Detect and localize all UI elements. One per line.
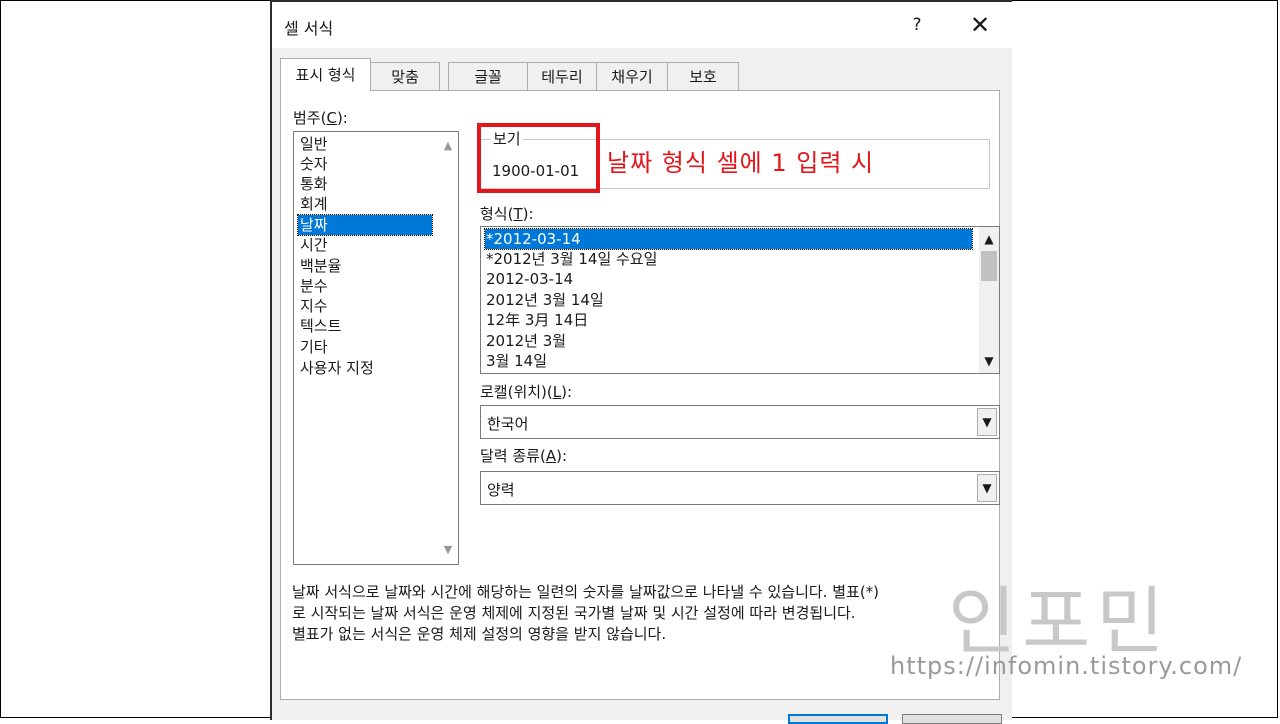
category-label: 범주(C): [293, 109, 348, 127]
dialog-title: 셀 서식 [284, 19, 334, 38]
format-item[interactable]: 2012-03-14 [485, 269, 972, 289]
highlight-box [477, 123, 600, 193]
format-item-selected[interactable]: *2012-03-14 [484, 228, 973, 250]
tab-number-format[interactable]: 표시 형식 [280, 58, 371, 91]
chevron-down-icon[interactable]: ▼ [979, 351, 999, 371]
format-type-list[interactable]: *2012-03-14 *2012년 3월 14일 수요일 2012-03-14… [480, 226, 1000, 374]
category-item-selected[interactable]: 날짜 [297, 214, 433, 236]
chevron-down-icon[interactable]: ▼ [977, 474, 997, 502]
category-item[interactable]: 사용자 지정 [298, 358, 376, 378]
category-item[interactable]: 통화 [298, 174, 330, 194]
format-item[interactable]: 2012년 3월 14일 [485, 290, 972, 310]
locale-label: 로캘(위치)(L): [480, 383, 573, 401]
close-button[interactable]: ✕ [964, 10, 996, 40]
tab-alignment[interactable]: 맞춤 [370, 62, 440, 90]
tab-border[interactable]: 테두리 [527, 62, 597, 90]
chevron-down-icon[interactable]: ▼ [977, 408, 997, 436]
chevron-up-icon[interactable]: ▲ [440, 138, 456, 154]
ok-button[interactable] [788, 714, 888, 724]
title-bar: 셀 서식 ? ✕ [272, 2, 1012, 48]
category-item[interactable]: 텍스트 [298, 316, 343, 336]
format-item[interactable]: 2012년 3월 [485, 331, 972, 351]
annotation-text: 날짜 형식 셀에 1 입력 시 [607, 149, 875, 177]
description-line: 별표가 없는 서식은 운영 체제 설정의 영향을 받지 않습니다. [292, 625, 667, 643]
category-item[interactable]: 회계 [298, 194, 330, 214]
description-line: 날짜 서식으로 날짜와 시간에 해당하는 일련의 숫자를 날짜값으로 나타낼 수… [292, 583, 880, 601]
format-item[interactable]: 12年 3月 14日 [485, 310, 972, 330]
tab-font[interactable]: 글꼴 [448, 62, 528, 90]
cancel-button[interactable] [902, 714, 1002, 724]
description-line: 로 시작되는 날짜 서식은 운영 체제에 지정된 국가별 날짜 및 시간 설정에… [292, 604, 856, 622]
category-item[interactable]: 숫자 [298, 154, 330, 174]
format-description: 날짜 서식으로 날짜와 시간에 해당하는 일련의 숫자를 날짜값으로 나타낼 수… [292, 582, 992, 645]
format-item[interactable]: 3월 14일 [485, 351, 972, 371]
category-item[interactable]: 일반 [298, 134, 330, 154]
chevron-down-icon[interactable]: ▼ [440, 542, 456, 558]
category-list[interactable]: 일반 숫자 통화 회계 날짜 시간 백분율 분수 지수 텍스트 기타 사용자 지… [293, 131, 459, 565]
help-button[interactable]: ? [902, 12, 932, 38]
category-item[interactable]: 분수 [298, 276, 330, 296]
locale-select[interactable]: 한국어 ▼ [480, 405, 1000, 439]
format-scrollbar[interactable]: ▲ ▼ [979, 227, 999, 373]
format-label: 형식(T): [480, 205, 534, 223]
format-cells-dialog: 셀 서식 ? ✕ 표시 형식 맞춤 글꼴 테두리 채우기 보호 범주(C): 일… [270, 0, 1012, 724]
category-item[interactable]: 백분율 [298, 256, 343, 276]
chevron-up-icon[interactable]: ▲ [979, 229, 999, 249]
tab-protection[interactable]: 보호 [667, 62, 739, 90]
category-item[interactable]: 시간 [298, 235, 330, 255]
tab-fill[interactable]: 채우기 [596, 62, 668, 90]
calendar-select[interactable]: 양력 ▼ [480, 471, 1000, 505]
locale-value: 한국어 [487, 415, 529, 433]
calendar-label: 달력 종류(A): [480, 447, 567, 465]
scrollbar-thumb[interactable] [981, 251, 997, 281]
watermark-url: https://infomin.tistory.com/ [890, 652, 1243, 680]
format-item[interactable]: *2012년 3월 14일 수요일 [485, 249, 972, 269]
category-item[interactable]: 지수 [298, 296, 330, 316]
category-item[interactable]: 기타 [298, 337, 330, 357]
calendar-value: 양력 [487, 481, 515, 499]
